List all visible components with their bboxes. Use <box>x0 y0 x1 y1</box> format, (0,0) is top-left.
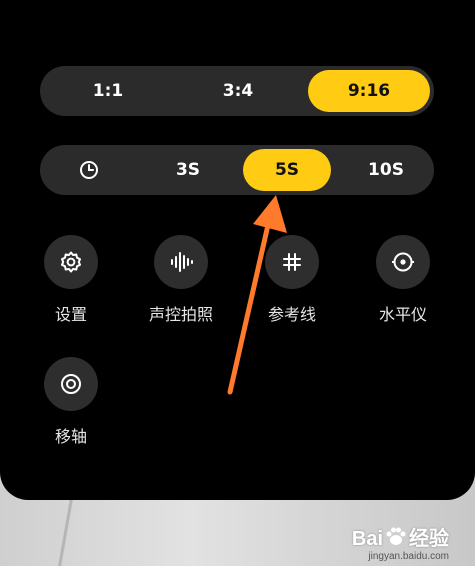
annotation-arrow <box>227 195 287 395</box>
watermark-brand-left: Bai <box>351 528 383 550</box>
watermark-brand: Bai 经验 <box>352 522 449 551</box>
paw-icon <box>386 527 406 545</box>
baidu-jingyan-watermark: Bai 经验 jingyan.baidu.com <box>352 522 449 562</box>
watermark-brand-right: 经验 <box>409 528 449 550</box>
watermark-url: jingyan.baidu.com <box>368 551 449 562</box>
